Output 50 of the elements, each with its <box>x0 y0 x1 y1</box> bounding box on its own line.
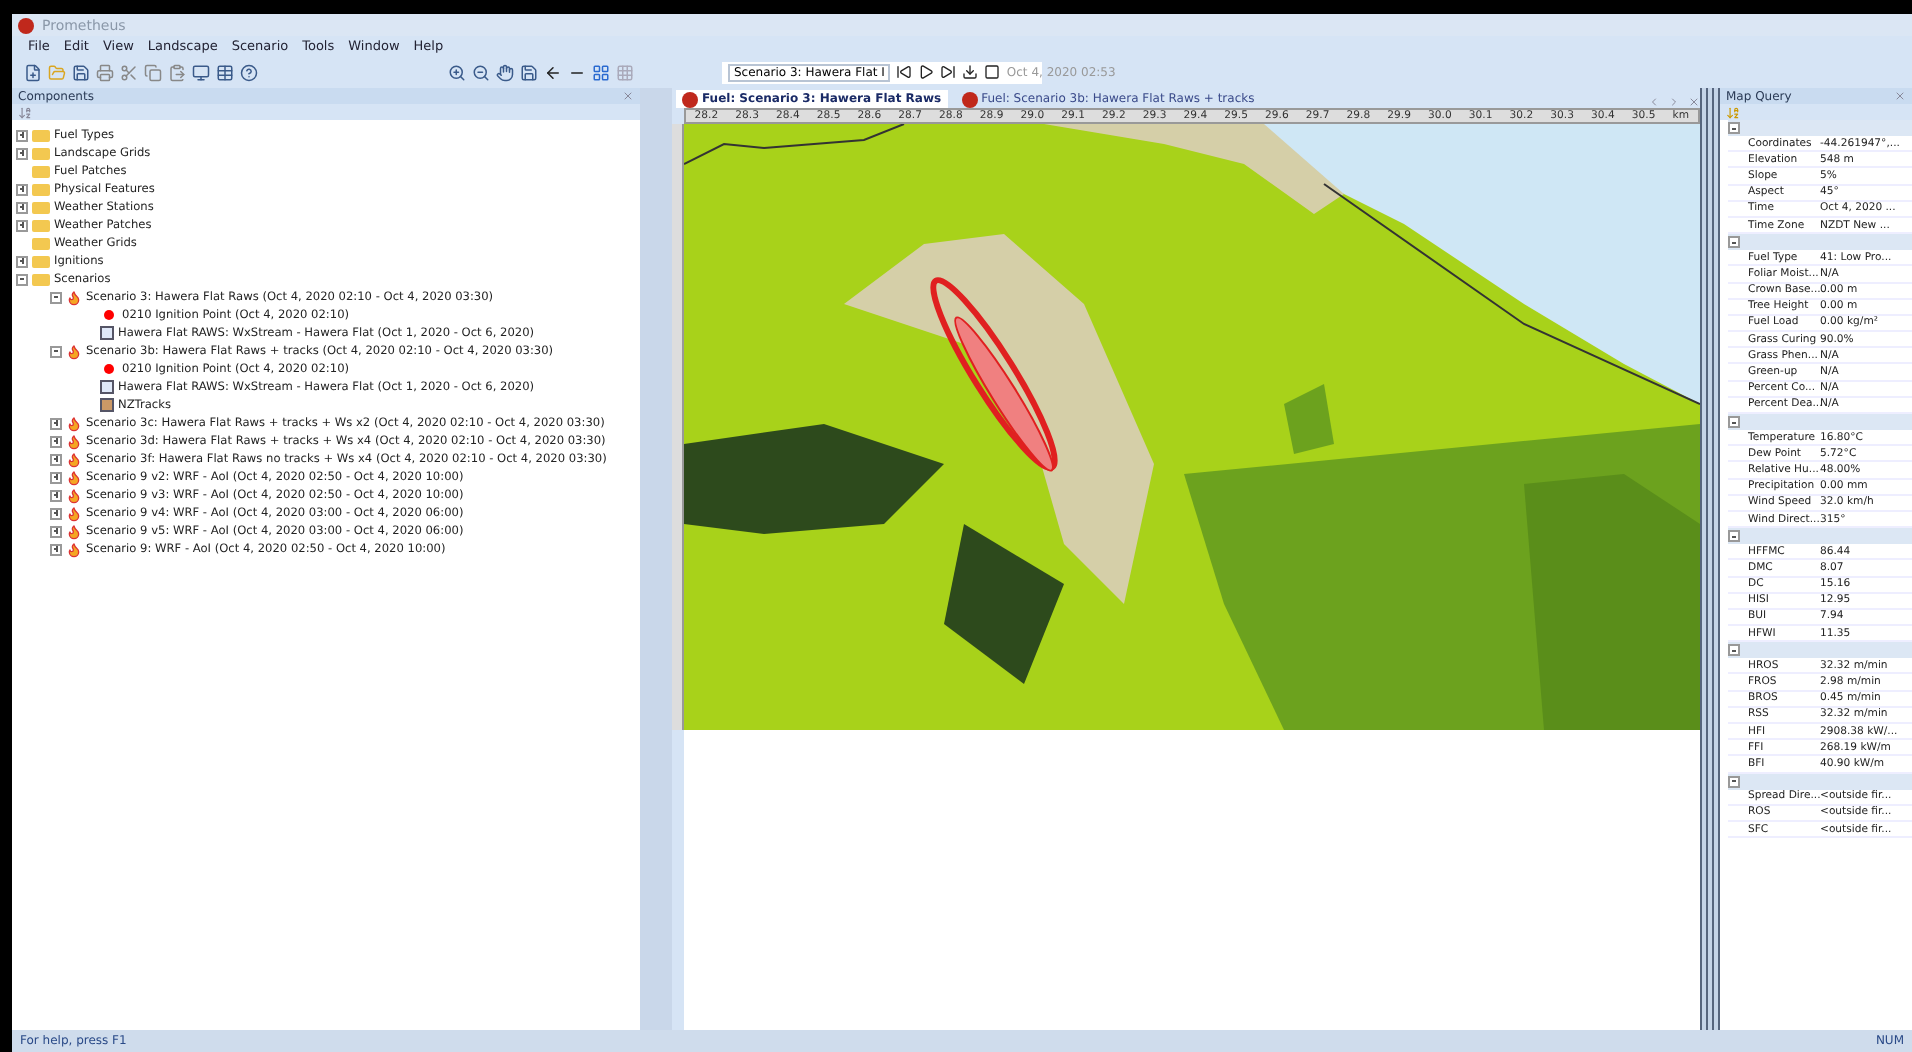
section-header[interactable] <box>1728 528 1912 545</box>
section-header[interactable] <box>1728 642 1912 659</box>
new-file-icon[interactable] <box>24 63 42 81</box>
section-header[interactable] <box>1728 234 1912 251</box>
expand-toggle[interactable] <box>50 471 62 483</box>
download-icon[interactable] <box>962 64 979 80</box>
copy-icon[interactable] <box>144 63 162 81</box>
table-icon[interactable] <box>216 63 234 81</box>
save-icon[interactable] <box>72 63 90 81</box>
expand-toggle[interactable] <box>50 435 62 447</box>
expand-toggle[interactable] <box>50 291 62 303</box>
print-icon[interactable] <box>96 63 114 81</box>
tracks-icon <box>100 398 114 412</box>
ignition-point-icon <box>104 310 114 320</box>
expand-toggle[interactable] <box>16 129 28 141</box>
expand-toggle[interactable] <box>50 543 62 555</box>
ignition-point-icon <box>104 364 114 374</box>
expand-toggle[interactable] <box>16 273 28 285</box>
expand-toggle[interactable] <box>16 201 28 213</box>
stop-icon[interactable] <box>984 64 1001 80</box>
station-icon <box>100 380 114 394</box>
zoom-out-icon[interactable] <box>472 63 490 81</box>
expand-toggle[interactable] <box>16 255 28 267</box>
sort-icon[interactable] <box>18 105 32 119</box>
monitor-icon[interactable] <box>192 63 210 81</box>
zoom-in-icon[interactable] <box>448 63 466 81</box>
paste-icon[interactable] <box>168 63 186 81</box>
flame-icon <box>66 289 82 305</box>
dock-handle[interactable] <box>1700 88 1720 1030</box>
expand-toggle[interactable] <box>50 417 62 429</box>
skip-back-icon[interactable] <box>896 64 913 80</box>
expand-toggle[interactable] <box>16 147 28 159</box>
expand-toggle[interactable] <box>16 183 28 195</box>
expand-toggle[interactable] <box>50 345 62 357</box>
app-icon <box>18 17 34 33</box>
expand-toggle[interactable] <box>50 489 62 501</box>
station-icon <box>100 326 114 340</box>
save-icon[interactable] <box>520 63 538 81</box>
close-icon[interactable] <box>1688 96 1700 108</box>
flame-icon <box>66 343 82 359</box>
play-icon[interactable] <box>918 64 935 80</box>
help-icon[interactable] <box>240 63 258 81</box>
cut-icon[interactable] <box>120 63 138 81</box>
arrow-left-icon[interactable] <box>544 63 562 81</box>
hand-icon[interactable] <box>496 63 514 81</box>
expand-toggle[interactable] <box>50 453 62 465</box>
expand-toggle[interactable] <box>50 525 62 537</box>
skip-forward-icon[interactable] <box>940 64 957 80</box>
expand-toggle[interactable] <box>16 219 28 231</box>
expand-toggle[interactable] <box>50 507 62 519</box>
